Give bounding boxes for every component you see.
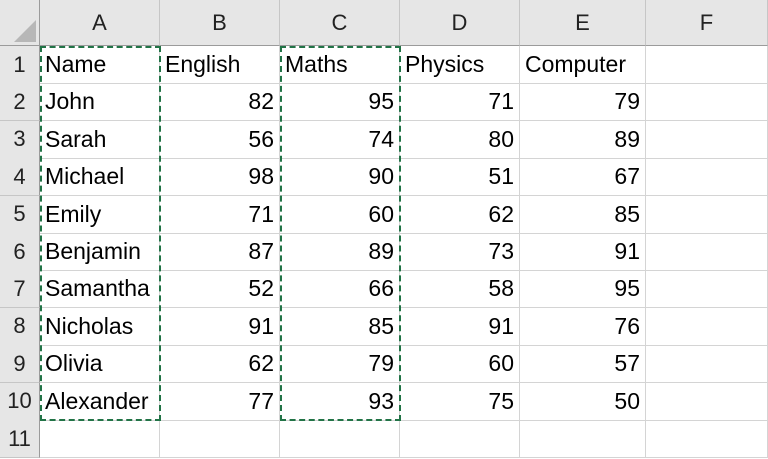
cell-d10[interactable]: 75: [400, 382, 520, 421]
row-header-2[interactable]: 2: [0, 83, 40, 122]
cell-b4[interactable]: 98: [160, 158, 280, 197]
cell-c10[interactable]: 93: [280, 382, 400, 421]
cell-f1[interactable]: [646, 46, 768, 84]
cell-d5[interactable]: 62: [400, 195, 520, 234]
cell-b10[interactable]: 77: [160, 382, 280, 421]
cell-c4[interactable]: 90: [280, 158, 400, 197]
row-header-3[interactable]: 3: [0, 120, 40, 159]
cell-a3[interactable]: Sarah: [40, 120, 160, 159]
cell-b9[interactable]: 62: [160, 345, 280, 384]
cell-b5[interactable]: 71: [160, 195, 280, 234]
cell-f4[interactable]: [646, 158, 768, 197]
cell-a11[interactable]: [40, 420, 160, 458]
cell-d1[interactable]: Physics: [400, 46, 520, 84]
cell-f6[interactable]: [646, 233, 768, 271]
select-all-triangle-icon: [14, 20, 36, 42]
cell-b11[interactable]: [160, 420, 280, 458]
column-header-c[interactable]: C: [280, 0, 400, 46]
cell-e2[interactable]: 79: [520, 83, 646, 122]
cell-b7[interactable]: 52: [160, 270, 280, 309]
row-header-8[interactable]: 8: [0, 307, 40, 346]
cell-f10[interactable]: [646, 382, 768, 421]
cell-e8[interactable]: 76: [520, 307, 646, 346]
row-header-1[interactable]: 1: [0, 46, 40, 84]
spreadsheet-grid[interactable]: A B C D E F 1 Name English Maths Physics Computer 2 J…: [0, 0, 768, 459]
cell-c6[interactable]: 89: [280, 233, 400, 271]
cell-e9[interactable]: 57: [520, 345, 646, 384]
cell-b6[interactable]: 87: [160, 233, 280, 271]
cell-b1[interactable]: English: [160, 46, 280, 84]
cell-a1[interactable]: Name: [40, 46, 160, 84]
cell-a10[interactable]: Alexander: [40, 382, 160, 421]
cell-e6[interactable]: 91: [520, 233, 646, 271]
cell-f5[interactable]: [646, 195, 768, 234]
cell-c11[interactable]: [280, 420, 400, 458]
row-header-6[interactable]: 6: [0, 233, 40, 271]
cell-b3[interactable]: 56: [160, 120, 280, 159]
cell-d7[interactable]: 58: [400, 270, 520, 309]
cell-e3[interactable]: 89: [520, 120, 646, 159]
cell-c7[interactable]: 66: [280, 270, 400, 309]
cell-e5[interactable]: 85: [520, 195, 646, 234]
column-header-f[interactable]: F: [646, 0, 768, 46]
cell-a7[interactable]: Samantha: [40, 270, 160, 309]
cell-a5[interactable]: Emily: [40, 195, 160, 234]
cell-f3[interactable]: [646, 120, 768, 159]
column-header-d[interactable]: D: [400, 0, 520, 46]
row-header-4[interactable]: 4: [0, 158, 40, 197]
column-header-a[interactable]: A: [40, 0, 160, 46]
cell-a8[interactable]: Nicholas: [40, 307, 160, 346]
cell-e4[interactable]: 67: [520, 158, 646, 197]
cell-d9[interactable]: 60: [400, 345, 520, 384]
cell-c3[interactable]: 74: [280, 120, 400, 159]
cell-f2[interactable]: [646, 83, 768, 122]
cell-e11[interactable]: [520, 420, 646, 458]
column-header-e[interactable]: E: [520, 0, 646, 46]
cell-c9[interactable]: 79: [280, 345, 400, 384]
cell-a4[interactable]: Michael: [40, 158, 160, 197]
cell-d4[interactable]: 51: [400, 158, 520, 197]
cell-c5[interactable]: 60: [280, 195, 400, 234]
column-header-b[interactable]: B: [160, 0, 280, 46]
row-header-11[interactable]: 11: [0, 420, 40, 458]
cell-d11[interactable]: [400, 420, 520, 458]
cell-f8[interactable]: [646, 307, 768, 346]
cell-d6[interactable]: 73: [400, 233, 520, 271]
cell-f7[interactable]: [646, 270, 768, 309]
row-header-7[interactable]: 7: [0, 270, 40, 309]
row-header-9[interactable]: 9: [0, 345, 40, 384]
cell-e1[interactable]: Computer: [520, 46, 646, 84]
cell-c1[interactable]: Maths: [280, 46, 400, 84]
row-header-5[interactable]: 5: [0, 195, 40, 234]
cell-a6[interactable]: Benjamin: [40, 233, 160, 271]
cell-a2[interactable]: John: [40, 83, 160, 122]
cell-d3[interactable]: 80: [400, 120, 520, 159]
cell-e7[interactable]: 95: [520, 270, 646, 309]
cell-c2[interactable]: 95: [280, 83, 400, 122]
cell-f9[interactable]: [646, 345, 768, 384]
cell-d8[interactable]: 91: [400, 307, 520, 346]
cell-f11[interactable]: [646, 420, 768, 458]
cell-d2[interactable]: 71: [400, 83, 520, 122]
cell-c8[interactable]: 85: [280, 307, 400, 346]
cell-b2[interactable]: 82: [160, 83, 280, 122]
row-header-10[interactable]: 10: [0, 382, 40, 421]
cell-b8[interactable]: 91: [160, 307, 280, 346]
cell-a9[interactable]: Olivia: [40, 345, 160, 384]
select-all-corner[interactable]: [0, 0, 40, 46]
cell-e10[interactable]: 50: [520, 382, 646, 421]
